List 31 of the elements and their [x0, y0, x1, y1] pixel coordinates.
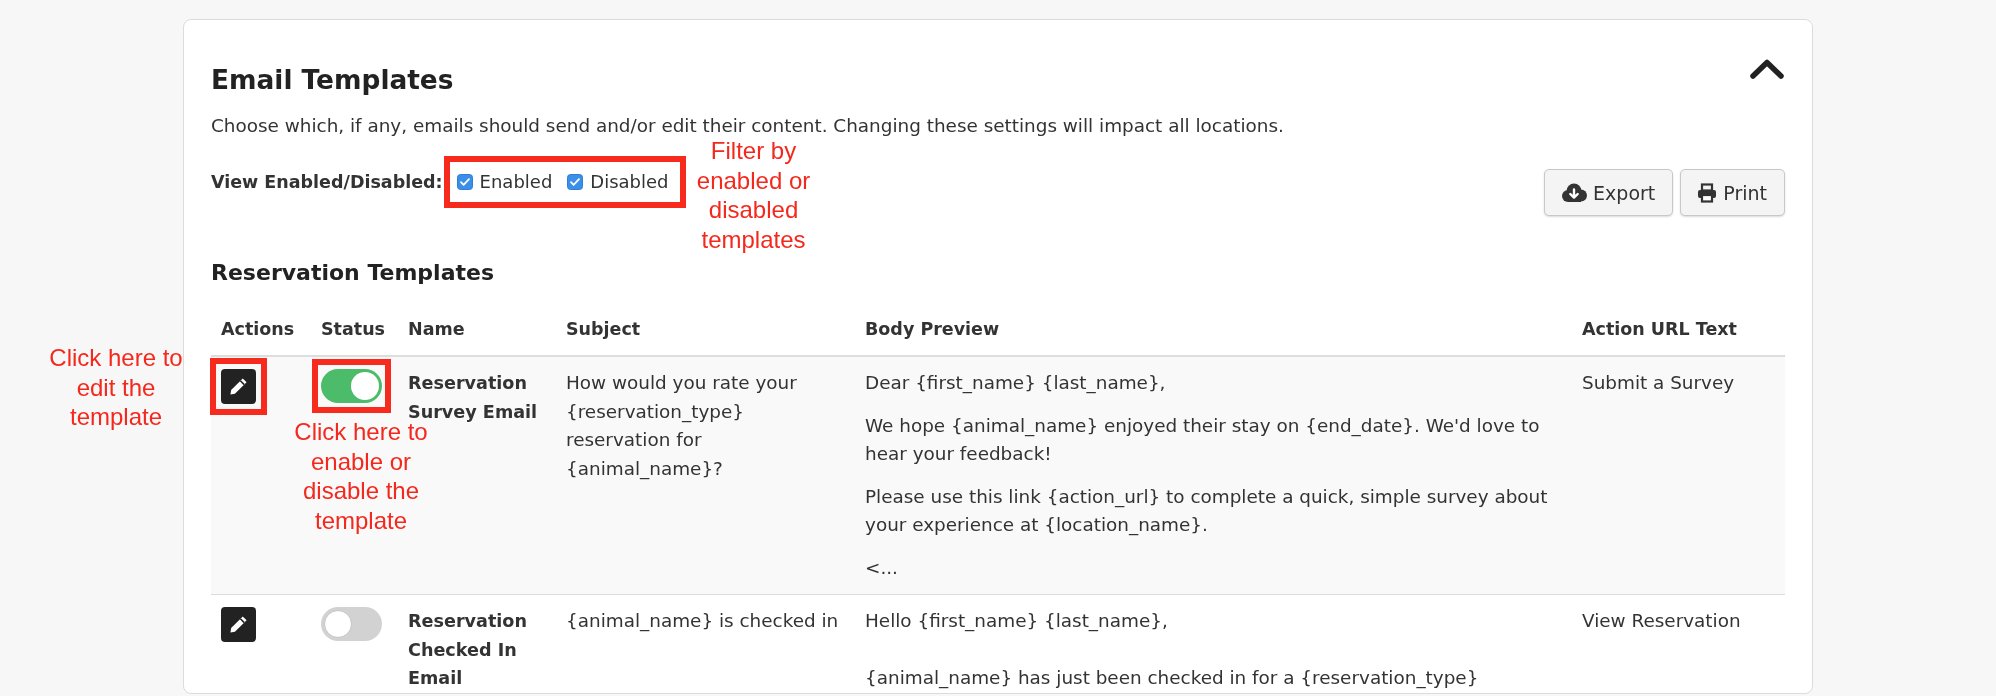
body-preview-text: Hello {first_name} {last_name}, {animal_name} has just been checked in for a {reservation_type}: [865, 609, 1480, 691]
table-cell: Submit a Survey: [1582, 372, 1735, 393]
callout-text: Click here to edit the template: [48, 343, 184, 432]
section-title: Reservation Templates: [211, 259, 495, 287]
checkbox-label[interactable]: Enabled: [479, 170, 553, 194]
table-cell: {animal_name} is checked in: [566, 610, 839, 631]
edit-button[interactable]: [221, 369, 256, 404]
table-cell: View Reservation: [1582, 610, 1741, 631]
panel-description: Choose which, if any, emails should send and/or edit their content. Changing these settings will impact all locations.: [211, 114, 1285, 138]
toggle-switch[interactable]: [321, 369, 382, 403]
panel-title: Email Templates: [211, 63, 454, 97]
cloud-download-icon: [1561, 182, 1588, 203]
edit-button[interactable]: [221, 607, 256, 642]
printer-icon: [1697, 182, 1718, 203]
filter-label: View Enabled/Disabled:: [211, 171, 443, 194]
body-preview-text: We hope {animal_name} enjoyed their stay on {end_date}. We'd love to hear your feedback!: [865, 413, 1541, 466]
collapse-button[interactable]: [1749, 58, 1785, 80]
body-preview-text: Please use this link {action_url} to complete a quick, simple survey about your experience at {location_name}.: [865, 484, 1549, 538]
pencil-icon: [229, 377, 248, 396]
print-button[interactable]: Print: [1680, 169, 1785, 216]
template-name: Reservation Checked In Email: [408, 611, 527, 688]
callout-text: Filter by enabled or disabled templates: [695, 136, 812, 254]
body-preview-text: <...: [865, 555, 899, 580]
toggle-switch[interactable]: [321, 607, 382, 641]
checkbox[interactable]: [456, 174, 473, 190]
checkbox-label[interactable]: Disabled: [590, 170, 669, 194]
body-preview-text: Dear {first_name} {last_name},: [865, 371, 1167, 396]
pencil-icon: [229, 615, 248, 634]
checkbox[interactable]: [567, 174, 584, 190]
table-cell: How would you rate your {reservation_type} reservation for {animal_name}?: [566, 372, 797, 479]
export-button[interactable]: Export: [1544, 169, 1674, 216]
